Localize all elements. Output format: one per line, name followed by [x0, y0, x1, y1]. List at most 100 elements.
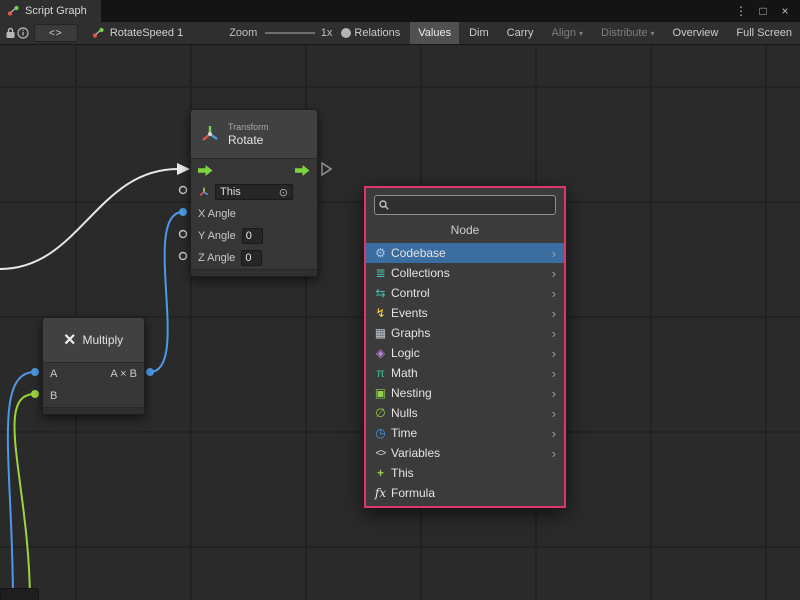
wire-to-multiply-a[interactable]	[8, 372, 35, 600]
finder-item-control[interactable]: ⇆ Control ›	[366, 283, 564, 303]
wire-to-multiply-b[interactable]	[15, 394, 35, 600]
carry-button[interactable]: Carry	[499, 22, 542, 44]
overview-button[interactable]: Overview	[665, 22, 727, 44]
chevron-right-icon: ›	[552, 346, 558, 361]
this-row: This ⊙	[191, 181, 317, 203]
lock-icon	[5, 27, 16, 39]
chevron-right-icon: ›	[552, 426, 558, 441]
relations-button[interactable]: Relations	[346, 22, 408, 44]
port-this-input[interactable]	[180, 187, 187, 194]
x-angle-row: X Angle	[191, 203, 317, 225]
dim-button[interactable]: Dim	[461, 22, 497, 44]
zoom-label: Zoom	[229, 27, 257, 39]
edit-source-button[interactable]: <>	[34, 24, 78, 42]
chevron-right-icon: ›	[552, 306, 558, 321]
chevron-right-icon: ›	[552, 366, 558, 381]
exec-input-arrow-icon[interactable]	[198, 165, 213, 176]
multiply-icon: ×	[64, 330, 76, 350]
lightning-icon: ↯	[372, 306, 389, 320]
node-header: Transform Rotate	[191, 110, 317, 159]
chevron-right-icon: ›	[552, 286, 558, 301]
port-multiply-b[interactable]	[31, 390, 39, 398]
finder-item-nulls[interactable]: ∅ Nulls ›	[366, 403, 564, 423]
align-button[interactable]: Align ▾	[544, 22, 591, 44]
chevron-down-icon: ▾	[579, 29, 583, 38]
node-footer	[43, 407, 144, 414]
finder-item-graphs[interactable]: ▦ Graphs ›	[366, 323, 564, 343]
port-xangle-input[interactable]	[179, 208, 187, 216]
search-input[interactable]	[393, 198, 551, 212]
maximize-icon[interactable]: □	[754, 4, 772, 18]
tab-script-graph[interactable]: Script Graph	[0, 0, 101, 22]
info-button[interactable]	[17, 22, 30, 44]
graphs-icon: ▦	[372, 326, 389, 340]
transform-axis-icon	[199, 123, 221, 145]
a-label: A	[50, 368, 57, 380]
variables-icon: <>	[372, 448, 389, 459]
node-category: Transform	[228, 122, 269, 133]
multiply-node[interactable]: × Multiply A A × B B	[42, 317, 145, 415]
script-graph-icon	[7, 5, 20, 17]
finder-item-codebase[interactable]: ⚙ Codebase ›	[366, 243, 564, 263]
y-angle-row: Y Angle 0	[191, 225, 317, 247]
exec-row	[191, 159, 317, 181]
port-yangle-input[interactable]	[180, 231, 187, 238]
wire-multiply-to-xangle[interactable]	[150, 212, 183, 372]
zoom-slider[interactable]	[265, 22, 314, 44]
finder-item-math[interactable]: π Math ›	[366, 363, 564, 383]
window-buttons: ⋮ □ ×	[732, 0, 800, 22]
finder-item-time[interactable]: ◷ Time ›	[366, 423, 564, 443]
z-angle-label: Z Angle	[198, 252, 235, 264]
fuzzy-finder: Node ⚙ Codebase › ≣ Collections › ⇆ Cont…	[364, 186, 566, 508]
finder-item-variables[interactable]: <> Variables ›	[366, 443, 564, 463]
y-angle-field[interactable]: 0	[242, 228, 263, 244]
finder-item-collections[interactable]: ≣ Collections ›	[366, 263, 564, 283]
gear-icon: ⚙	[372, 246, 389, 260]
lock-button[interactable]	[4, 22, 17, 44]
chevron-right-icon: ›	[552, 446, 558, 461]
finder-item-formula[interactable]: fx Formula	[366, 483, 564, 503]
z-angle-row: Z Angle 0	[191, 247, 317, 269]
collections-icon: ≣	[372, 266, 389, 280]
graph-canvas[interactable]: Transform Rotate This	[0, 45, 800, 600]
this-icon: +	[372, 466, 389, 480]
pi-icon: π	[372, 366, 389, 380]
clock-icon: ◷	[372, 426, 389, 440]
exec-output-port[interactable]	[322, 163, 331, 175]
y-angle-label: Y Angle	[198, 230, 236, 242]
port-zangle-input[interactable]	[180, 253, 187, 260]
finder-search-box[interactable]	[374, 195, 556, 215]
fullscreen-button[interactable]: Full Screen	[728, 22, 800, 44]
tab-title: Script Graph	[25, 5, 87, 17]
graph-name: RotateSpeed 1	[110, 27, 183, 39]
breadcrumb[interactable]: RotateSpeed 1	[92, 27, 183, 39]
port-multiply-a[interactable]	[31, 368, 39, 376]
graph-breadcrumb-icon	[92, 27, 105, 39]
transform-rotate-node[interactable]: Transform Rotate This	[190, 109, 318, 277]
finder-item-nesting[interactable]: ▣ Nesting ›	[366, 383, 564, 403]
window-menu-icon[interactable]: ⋮	[732, 4, 750, 18]
distribute-button[interactable]: Distribute ▾	[593, 22, 662, 44]
logic-icon: ◈	[372, 346, 389, 360]
wire-exec-input[interactable]	[0, 169, 178, 269]
node-footer	[191, 269, 317, 276]
z-angle-field[interactable]: 0	[241, 250, 262, 266]
values-button[interactable]: Values	[410, 22, 459, 44]
close-icon[interactable]: ×	[776, 4, 794, 18]
object-picker-icon[interactable]: ⊙	[279, 186, 288, 199]
target-dropdown[interactable]: This ⊙	[215, 184, 293, 200]
target-value: This	[220, 186, 241, 198]
finder-item-events[interactable]: ↯ Events ›	[366, 303, 564, 323]
finder-list: ⚙ Codebase › ≣ Collections › ⇆ Control ›…	[366, 243, 564, 503]
b-label: B	[50, 390, 57, 402]
search-icon	[379, 200, 389, 210]
exec-output-arrow-icon[interactable]	[295, 165, 310, 176]
finder-item-this[interactable]: + This	[366, 463, 564, 483]
port-multiply-out[interactable]	[146, 368, 154, 376]
nesting-icon: ▣	[372, 386, 389, 400]
chevron-right-icon: ›	[552, 326, 558, 341]
finder-item-logic[interactable]: ◈ Logic ›	[366, 343, 564, 363]
multiply-row-a: A A × B	[43, 363, 144, 385]
multiply-row-b: B	[43, 385, 144, 407]
null-icon: ∅	[372, 406, 389, 420]
